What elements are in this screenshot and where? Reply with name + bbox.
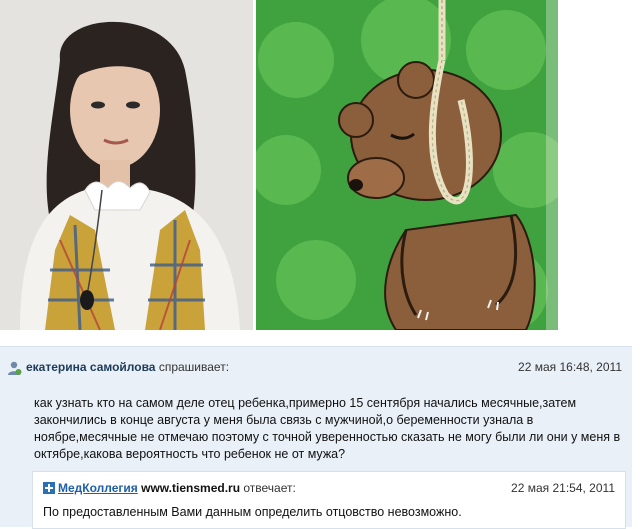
answer-box: МедКоллегия www.tiensmed.ru отвечает: 22…: [32, 471, 626, 529]
qa-panel: екатерина самойлова спрашивает: 22 мая 1…: [0, 346, 632, 529]
question-header: екатерина самойлова спрашивает: 22 мая 1…: [0, 357, 632, 379]
answers-label: отвечает:: [243, 481, 296, 495]
answer-date: 22 мая 21:54, 2011: [511, 481, 615, 495]
bear-cartoon-illustration: [256, 0, 558, 330]
portrait-illustration: [0, 0, 253, 330]
answer-header: МедКоллегия www.tiensmed.ru отвечает:: [43, 481, 296, 495]
question-text: как узнать кто на самом деле отец ребенк…: [34, 396, 621, 461]
question-author[interactable]: екатерина самойлова спрашивает:: [26, 360, 229, 374]
asks-label: спрашивает:: [158, 360, 230, 374]
site-url: www.tiensmed.ru: [141, 481, 241, 495]
bear-cartoon: [256, 0, 558, 330]
answer-text: По предоставленным Вами данным определит…: [43, 505, 462, 519]
portrait-photo: [0, 0, 253, 330]
user-icon: [8, 361, 22, 375]
clinic-link[interactable]: МедКоллегия: [58, 481, 138, 495]
white-margin: [558, 0, 640, 330]
author-name[interactable]: екатерина самойлова: [26, 360, 155, 374]
question-date: 22 мая 16:48, 2011: [518, 360, 622, 374]
clinic-logo-icon: [43, 482, 55, 494]
